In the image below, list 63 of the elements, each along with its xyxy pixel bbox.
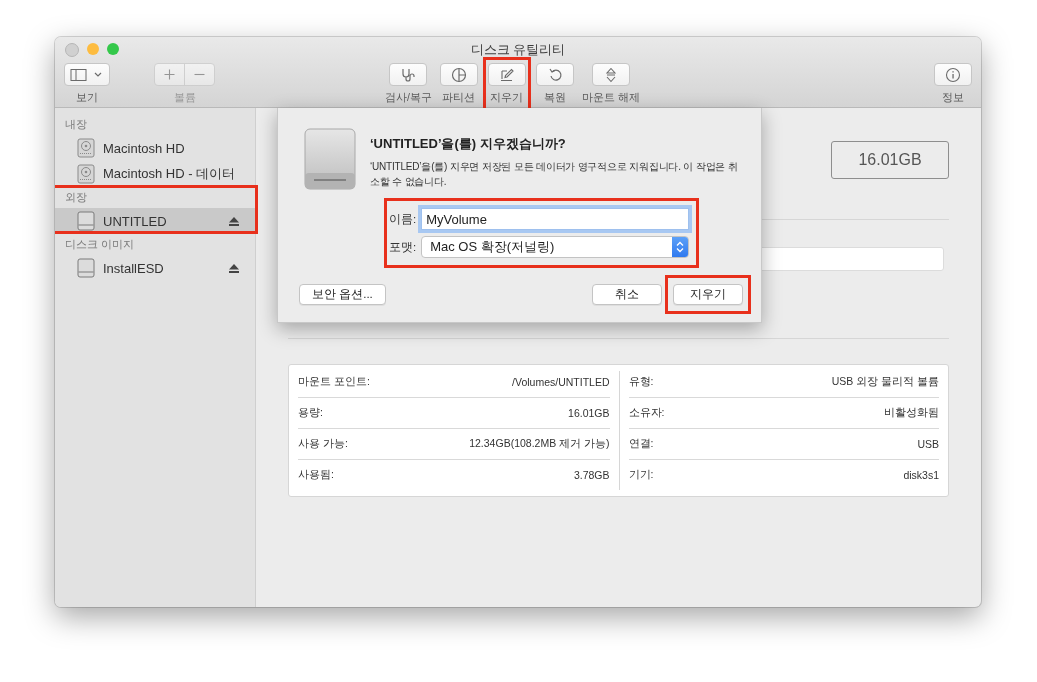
sidebar-item[interactable]: Macintosh HD - 데이터 [55,161,255,187]
info-value: 비활성화됨 [884,406,939,420]
drive-icon [302,128,358,190]
drive-icon [77,258,95,278]
stethoscope-icon [400,66,417,83]
toolbar-label: 볼륨 [173,91,196,105]
pie-chart-icon [450,66,467,83]
info-value: USB [917,438,939,450]
info-label: 사용 가능: [298,437,348,451]
drive-icon [77,211,95,231]
info-label: 연결: [628,437,654,451]
sidebar-section-header: 내장 [64,117,87,132]
dialog-title: ‘UNTITLED’을(를) 지우겠습니까? [370,135,567,153]
sidebar-toggle-icon [70,67,104,82]
toolbar-label: 지우기 [490,91,524,105]
toolbar-button[interactable] [591,63,630,86]
stepper-arrows-icon [676,241,684,253]
info-value: disk3s1 [903,469,939,481]
field-label: 포맷: [389,239,417,255]
toolbar-button[interactable] [64,63,110,86]
toolbar-label: 복원 [543,91,566,105]
dialog-message: ‘UNTITLED’을(를) 지우면 저장된 모든 데이터가 영구적으로 지워집니다. 이 작업은 취소할 수 없습니다. [370,160,739,189]
eject-icon[interactable] [229,216,239,226]
info-icon [945,66,961,83]
toolbar-label: 마운트 해제 [581,91,640,105]
hard-drive-icon [77,138,95,158]
pencil-icon [498,66,515,83]
window-title: 디스크 유틸리티 [470,42,566,57]
name-field[interactable]: MyVolume [421,208,689,230]
info-label: 용량: [298,406,323,420]
toolbar-label: 정보 [942,91,964,105]
info-value: 3.78GB [573,469,610,481]
toolbar-label: 파티션 [442,91,476,105]
info-value: USB 외장 물리적 볼륨 [831,375,939,389]
toolbar-label: 보기 [76,91,98,105]
toolbar-button[interactable] [439,63,478,86]
info-label: 유형: [628,375,654,389]
format-dropdown[interactable]: Mac OS 확장(저널링) [421,236,689,258]
capacity-label: 16.01GB [831,141,949,179]
dialog-button[interactable]: 지우기 [673,284,743,305]
field-label: 이름: [389,211,417,227]
toolbar-button[interactable] [535,63,574,86]
toolbar-button[interactable] [487,63,526,86]
dialog-button[interactable]: 취소 [592,284,662,305]
sidebar-section-header: 외장 [64,190,87,205]
toolbar-label: 검사/복구 [385,91,432,105]
info-label: 기기: [628,468,654,482]
eject-icon[interactable] [229,263,239,273]
info-value: 16.01GB [568,407,610,419]
info-label: 마운트 포인트: [298,375,370,389]
sidebar-section-header: 디스크 이미지 [64,237,134,252]
sidebar-item[interactable]: InstallESD [55,255,255,281]
info-label: 사용됨: [298,468,334,482]
toolbar-button[interactable] [934,63,972,86]
toolbar-button[interactable] [389,63,428,86]
sidebar-item[interactable]: UNTITLED [55,208,255,234]
plus-icon [164,69,175,80]
info-value: /Volumes/UNTITLED [512,376,610,388]
info-value: 12.34GB(108.2MB 제거 가능) [469,437,610,451]
hard-drive-icon [77,164,95,184]
info-label: 소유자: [628,406,665,420]
dialog-button[interactable]: 보안 옵션... [299,284,386,305]
sidebar-item[interactable]: Macintosh HD [55,135,255,161]
